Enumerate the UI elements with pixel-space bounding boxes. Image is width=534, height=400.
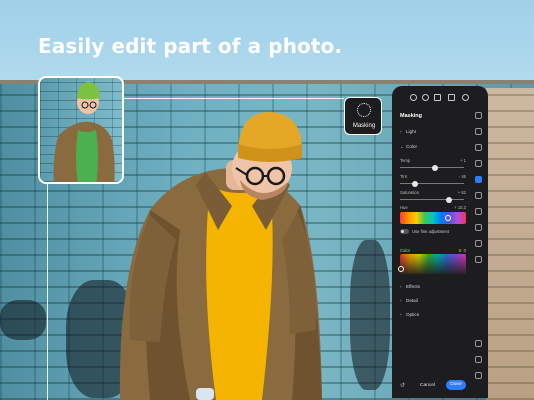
- section-color[interactable]: ⌄ Color: [400, 144, 417, 150]
- slider-saturation-label: Saturation: [400, 190, 420, 195]
- hue-label: Hue: [400, 205, 408, 210]
- color-picker-value: S: 0: [458, 248, 466, 253]
- versions-tool-icon[interactable]: [475, 356, 482, 363]
- slider-knob[interactable]: [431, 164, 438, 171]
- reset-icon[interactable]: ↺: [400, 382, 405, 389]
- effects-tool-icon[interactable]: [475, 224, 482, 231]
- light-tool-icon[interactable]: [475, 192, 482, 199]
- masking-tool-button[interactable]: Masking: [344, 97, 382, 135]
- heal-tool-icon[interactable]: [475, 128, 482, 135]
- geometry-tool-icon[interactable]: [475, 340, 482, 347]
- original-photo-thumbnail[interactable]: [38, 76, 124, 184]
- presets-tool-icon[interactable]: [475, 160, 482, 167]
- share-icon[interactable]: [448, 94, 455, 101]
- guide-line-vertical: [47, 184, 48, 400]
- masking-badge-label: Masking: [352, 123, 376, 129]
- slider-tint[interactable]: [400, 180, 464, 187]
- crop-tool-icon[interactable]: [475, 112, 482, 119]
- thumbnail-person: [53, 82, 115, 182]
- slider-knob[interactable]: [411, 180, 418, 187]
- panel-toolbar: [392, 86, 488, 106]
- guide-line-horizontal: [124, 98, 344, 99]
- panel-footer: ↺ Cancel Done: [392, 376, 488, 398]
- color-picker-field[interactable]: [400, 254, 466, 274]
- slider-temp-label: Temp: [400, 158, 411, 163]
- slider-tint-value: - 45: [458, 174, 466, 179]
- color-picker-knob[interactable]: [398, 266, 404, 272]
- undo-icon[interactable]: [410, 94, 417, 101]
- section-light[interactable]: › Light: [400, 129, 416, 134]
- color-picker-label: Color: [400, 248, 411, 253]
- section-effects[interactable]: › Effects: [400, 284, 420, 289]
- section-detail[interactable]: › Detail: [400, 298, 418, 303]
- slider-temp-value: + 1: [460, 158, 466, 163]
- compare-icon[interactable]: [434, 94, 441, 101]
- slider-tint-label: Tint: [400, 174, 407, 179]
- editor-panel: Masking › Light ⌄ Color Temp + 1 Tint - 45…: [392, 86, 488, 398]
- detail-tool-icon[interactable]: [475, 240, 482, 247]
- color-tool-icon[interactable]: [475, 208, 482, 215]
- fine-adjustment-row[interactable]: Use fine adjustment: [400, 229, 449, 235]
- hue-knob[interactable]: [445, 215, 451, 221]
- fine-adjustment-toggle[interactable]: [400, 229, 409, 235]
- auto-tool-icon[interactable]: [475, 144, 482, 151]
- slider-saturation-value: + 62: [457, 190, 466, 195]
- hue-slider[interactable]: [400, 212, 466, 224]
- slider-temp[interactable]: [400, 164, 464, 171]
- hue-value: + 10.3: [454, 205, 466, 210]
- cancel-button[interactable]: Cancel: [420, 383, 435, 388]
- section-optics[interactable]: › Optics: [400, 312, 419, 317]
- optics-tool-icon[interactable]: [475, 256, 482, 263]
- masking-tool-icon[interactable]: [475, 176, 482, 183]
- tool-sidebar: [472, 108, 486, 398]
- info-icon[interactable]: [422, 94, 429, 101]
- masking-icon: [357, 103, 371, 117]
- panel-title: Masking: [400, 113, 423, 119]
- cloud-icon[interactable]: [462, 94, 469, 101]
- done-button[interactable]: Done: [446, 380, 466, 390]
- slider-knob[interactable]: [446, 196, 453, 203]
- slider-saturation[interactable]: [400, 196, 464, 203]
